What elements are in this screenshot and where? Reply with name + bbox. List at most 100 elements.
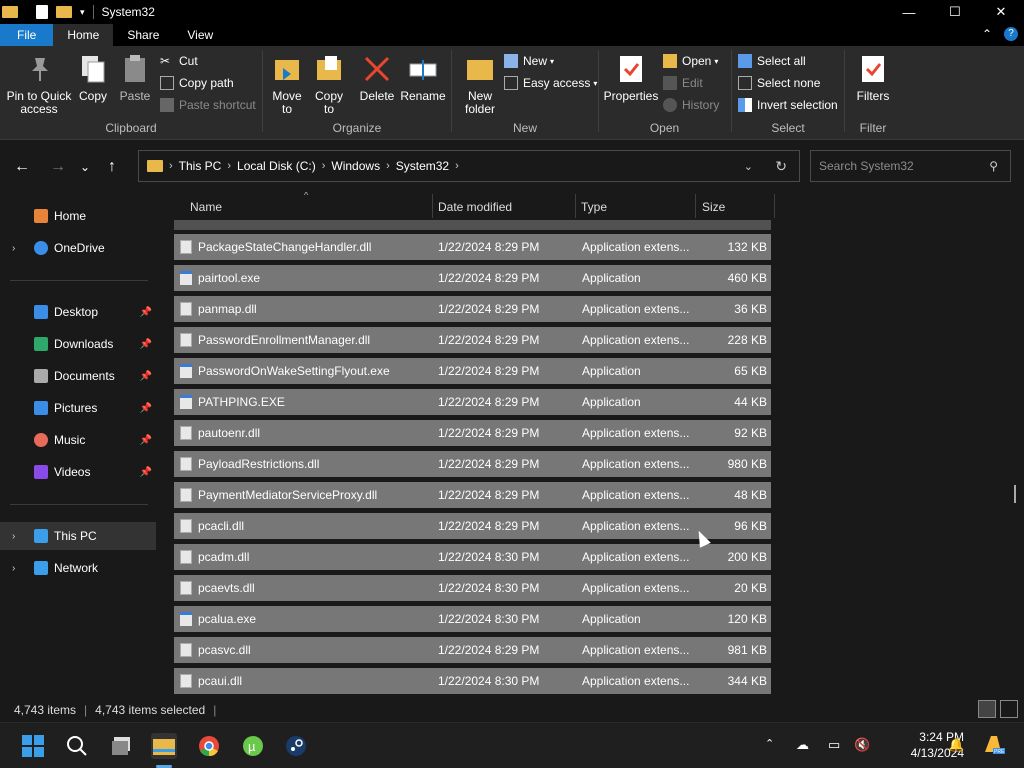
minimize-button[interactable]: —: [886, 0, 932, 24]
paste-button[interactable]: Paste: [118, 52, 152, 103]
pin-icon[interactable]: 📌: [140, 403, 152, 414]
table-row[interactable]: pcaevts.dll 1/22/2024 8:30 PM Application …: [174, 575, 771, 601]
tab-file[interactable]: File: [0, 24, 54, 46]
expand-chevron-icon[interactable]: ›: [12, 243, 15, 254]
steam-icon[interactable]: [283, 733, 309, 759]
copy-button[interactable]: Copy: [76, 52, 110, 103]
cloud-offline-icon[interactable]: ☁: [796, 737, 809, 753]
column-divider[interactable]: [432, 194, 433, 218]
nav-desktop[interactable]: Desktop 📌: [0, 298, 156, 326]
table-row[interactable]: PackageStateChangeHandler.dll 1/22/2024 8…: [174, 234, 771, 260]
volume-muted-icon[interactable]: 🔇: [854, 737, 870, 753]
tray-overflow-chevron-icon[interactable]: ⌃: [765, 737, 774, 750]
column-divider[interactable]: [575, 194, 576, 218]
table-row[interactable]: pcalua.exe 1/22/2024 8:30 PM Application 12…: [174, 606, 771, 632]
column-divider[interactable]: [695, 194, 696, 218]
table-row[interactable]: PayloadRestrictions.dll 1/22/2024 8:29 PM…: [174, 451, 771, 477]
rename-button[interactable]: Rename: [400, 52, 446, 103]
new-folder-button[interactable]: New folder: [460, 52, 500, 116]
start-windows-icon[interactable]: [20, 733, 46, 759]
tab-view[interactable]: View: [173, 24, 227, 46]
qa-dropdown-icon[interactable]: ▾: [80, 7, 85, 18]
task-view-icon[interactable]: [108, 733, 134, 759]
address-dropdown-icon[interactable]: ⌄: [744, 160, 753, 173]
chrome-icon[interactable]: [196, 733, 222, 759]
breadcrumb-local-disk[interactable]: Local Disk (C:): [237, 159, 316, 173]
column-type[interactable]: Type: [581, 200, 607, 214]
cut-button[interactable]: ✂ Cut: [160, 54, 198, 68]
properties-button[interactable]: Properties: [603, 52, 659, 103]
column-date-modified[interactable]: Date modified: [438, 200, 512, 214]
paste-shortcut-button[interactable]: Paste shortcut: [160, 98, 256, 112]
up-arrow-icon[interactable]: ↑: [108, 158, 116, 176]
new-folder-qa-icon[interactable]: [56, 6, 72, 18]
column-divider[interactable]: [774, 194, 775, 218]
forward-arrow-icon[interactable]: →: [50, 158, 66, 176]
display-icon[interactable]: ▭: [828, 737, 840, 753]
invert-selection-button[interactable]: Invert selection: [738, 98, 838, 112]
notification-bell-icon[interactable]: 🔔: [948, 737, 964, 753]
column-name[interactable]: Name: [190, 200, 222, 214]
table-row[interactable]: PATHPING.EXE 1/22/2024 8:29 PM Application…: [174, 389, 771, 415]
table-row[interactable]: pairtool.exe 1/22/2024 8:29 PM Application…: [174, 265, 771, 291]
nav-pictures[interactable]: Pictures 📌: [0, 394, 156, 422]
copy-to-button[interactable]: Copy to: [311, 52, 347, 116]
expand-chevron-icon[interactable]: ›: [12, 563, 15, 574]
pin-icon[interactable]: 📌: [140, 371, 152, 382]
table-row[interactable]: pcacli.dll 1/22/2024 8:29 PM Application e…: [174, 513, 771, 539]
pin-icon[interactable]: 📌: [140, 467, 152, 478]
search-icon[interactable]: [64, 733, 90, 759]
details-view-button[interactable]: [978, 700, 996, 718]
breadcrumb-this-pc[interactable]: This PC: [179, 159, 222, 173]
filters-button[interactable]: Filters: [851, 52, 895, 103]
table-row[interactable]: PasswordOnWakeSettingFlyout.exe 1/22/2024…: [174, 358, 771, 384]
move-to-button[interactable]: Move to: [269, 52, 305, 116]
table-row[interactable]: pcasvc.dll 1/22/2024 8:29 PM Application e…: [174, 637, 771, 663]
copilot-icon[interactable]: PRE: [980, 731, 1006, 757]
table-row[interactable]: pcadm.dll 1/22/2024 8:30 PM Application ex…: [174, 544, 771, 570]
table-row[interactable]: pautoenr.dll 1/22/2024 8:29 PM Application…: [174, 420, 771, 446]
table-row-partial[interactable]: [174, 220, 771, 230]
help-icon[interactable]: ?: [1004, 27, 1018, 41]
search-icon[interactable]: ⚲: [989, 159, 998, 173]
edit-button[interactable]: Edit: [663, 76, 703, 90]
collapse-ribbon-icon[interactable]: ⌃: [982, 27, 992, 41]
pin-quick-access-button[interactable]: Pin to Quick access: [6, 52, 72, 116]
column-size[interactable]: Size: [702, 200, 725, 214]
history-button[interactable]: History: [663, 98, 719, 112]
pin-icon[interactable]: 📌: [140, 307, 152, 318]
file-explorer-taskbar-icon[interactable]: [151, 733, 177, 759]
large-icons-view-button[interactable]: [1000, 700, 1018, 718]
easy-access-button[interactable]: Easy access ▾: [504, 76, 597, 90]
close-button[interactable]: ✕: [978, 0, 1024, 24]
select-none-button[interactable]: Select none: [738, 76, 820, 90]
table-row[interactable]: PasswordEnrollmentManager.dll 1/22/2024 8…: [174, 327, 771, 353]
tab-home[interactable]: Home: [53, 24, 114, 46]
refresh-icon[interactable]: ↻: [775, 158, 787, 175]
tab-share[interactable]: Share: [113, 24, 173, 46]
nav-home[interactable]: Home: [0, 202, 156, 230]
nav-onedrive[interactable]: › OneDrive: [0, 234, 156, 262]
delete-button[interactable]: Delete: [359, 52, 395, 103]
nav-videos[interactable]: Videos 📌: [0, 458, 156, 486]
search-box[interactable]: Search System32 ⚲: [810, 150, 1011, 182]
open-button[interactable]: Open ▾: [663, 54, 718, 68]
new-item-button[interactable]: New ▾: [504, 54, 554, 68]
expand-chevron-icon[interactable]: ›: [12, 531, 15, 542]
nav-downloads[interactable]: Downloads 📌: [0, 330, 156, 358]
table-row[interactable]: pcaui.dll 1/22/2024 8:30 PM Application ex…: [174, 668, 771, 694]
pin-icon[interactable]: 📌: [140, 339, 152, 350]
pin-icon[interactable]: 📌: [140, 435, 152, 446]
properties-icon[interactable]: [36, 5, 48, 19]
breadcrumb-windows[interactable]: Windows: [331, 159, 380, 173]
nav-music[interactable]: Music 📌: [0, 426, 156, 454]
nav-documents[interactable]: Documents 📌: [0, 362, 156, 390]
address-bar[interactable]: › This PC › Local Disk (C:) › Windows › …: [138, 150, 800, 182]
maximize-button[interactable]: ☐: [932, 0, 978, 24]
copy-path-button[interactable]: Copy path: [160, 76, 234, 90]
breadcrumb-system32[interactable]: System32: [396, 159, 449, 173]
back-arrow-icon[interactable]: ←: [14, 158, 30, 176]
nav-network[interactable]: › Network: [0, 554, 156, 582]
nav-this-pc[interactable]: › This PC: [0, 522, 156, 550]
select-all-button[interactable]: Select all: [738, 54, 806, 68]
